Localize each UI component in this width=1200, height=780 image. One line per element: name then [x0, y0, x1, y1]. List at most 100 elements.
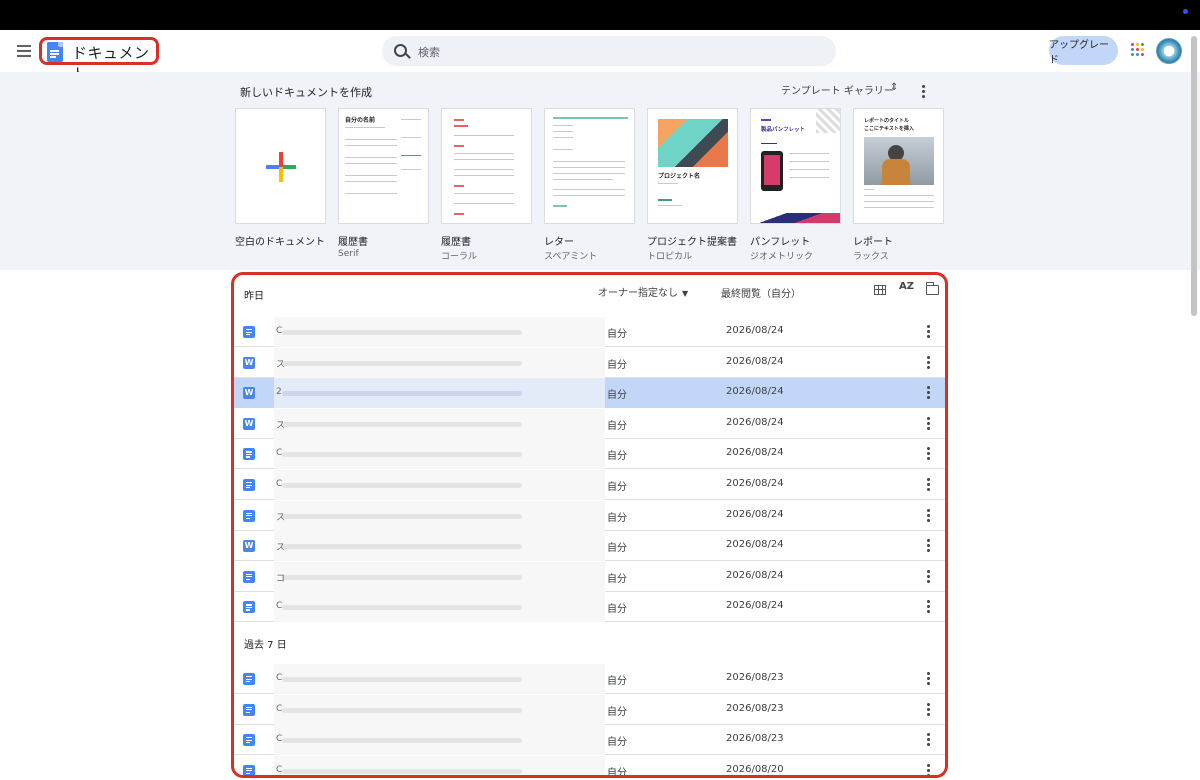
file-name-blurred[interactable] — [274, 664, 605, 694]
row-more-icon[interactable] — [927, 416, 931, 432]
template-thumbnail[interactable]: 自分の名前 — [338, 108, 429, 224]
grid-view-icon[interactable] — [874, 285, 886, 295]
file-name-initial: C — [276, 673, 283, 683]
page-scrollbar[interactable] — [1191, 36, 1197, 316]
row-more-icon[interactable] — [927, 355, 931, 371]
file-owner: 自分 — [607, 676, 627, 687]
search-icon[interactable] — [394, 44, 407, 57]
template-gallery-button[interactable]: テンプレート ギャラリー — [781, 82, 894, 97]
file-name-initial: ス — [276, 420, 286, 431]
template-name: 空白のドキュメント — [235, 237, 325, 248]
file-name-blurred[interactable] — [274, 500, 605, 531]
main-menu-button[interactable] — [14, 41, 34, 61]
table-row[interactable]: C 自分 2026/08/23 — [234, 664, 945, 694]
file-name-initial: ス — [276, 359, 286, 370]
file-name-blurred[interactable] — [274, 408, 605, 439]
table-row[interactable]: C 自分 2026/08/24 — [234, 317, 945, 347]
docs-file-icon — [243, 479, 255, 491]
row-more-icon[interactable] — [927, 325, 931, 340]
file-last-viewed-date: 2026/08/23 — [726, 733, 784, 745]
file-name-blurred[interactable] — [274, 592, 605, 623]
row-more-icon[interactable] — [927, 702, 931, 718]
file-owner: 自分 — [607, 329, 627, 340]
table-row[interactable]: C 自分 2026/08/24 — [234, 439, 945, 470]
row-more-icon[interactable] — [927, 733, 931, 748]
folder-icon[interactable] — [925, 282, 939, 295]
file-name-blurred[interactable] — [274, 378, 605, 409]
caret-down-icon: ▼ — [682, 289, 689, 298]
file-name-initial: C — [276, 703, 283, 714]
owner-filter-dropdown[interactable]: オーナー指定なし ▼ — [598, 284, 688, 299]
template-subname: スペアミント — [544, 252, 598, 262]
templates-more-icon[interactable] — [922, 85, 926, 100]
section-label-yesterday: 昨日 — [244, 291, 264, 302]
table-row[interactable]: C 自分 2026/08/20 — [234, 755, 945, 775]
file-last-viewed-date: 2026/08/23 — [726, 702, 784, 714]
row-more-icon[interactable] — [927, 569, 931, 585]
thumb-title: レポートのタイトル — [864, 118, 910, 124]
file-name-blurred[interactable] — [274, 531, 605, 562]
file-name-blurred[interactable] — [274, 347, 605, 378]
unfold-icon[interactable]: ⇕ — [890, 82, 898, 93]
file-name-blurred[interactable] — [274, 439, 605, 470]
row-more-icon[interactable] — [927, 763, 931, 775]
file-last-viewed-date: 2026/08/24 — [726, 478, 784, 489]
template-thumbnail[interactable]: プロジェクト名 — [647, 108, 738, 224]
word-file-icon: W — [243, 417, 255, 430]
account-avatar[interactable] — [1156, 38, 1182, 64]
table-row[interactable]: C 自分 2026/08/24 — [234, 470, 945, 500]
row-more-icon[interactable] — [927, 478, 931, 493]
template-resume-serif[interactable]: 自分の名前 履歴書 Serif — [338, 108, 430, 259]
sort-az-icon[interactable]: AZ — [899, 281, 914, 292]
section-label-past-7-days: 過去 7 日 — [244, 640, 287, 651]
file-name-blurred[interactable] — [274, 725, 605, 756]
apps-grid-icon[interactable] — [1131, 43, 1145, 57]
upgrade-button[interactable]: アップグレード — [1049, 36, 1118, 66]
row-more-icon[interactable] — [927, 600, 931, 615]
row-more-icon[interactable] — [927, 508, 931, 524]
search-input[interactable] — [416, 41, 820, 63]
docs-file-icon — [243, 764, 255, 775]
template-thumbnail[interactable]: 製品パンフレット — [750, 108, 841, 224]
file-last-viewed-date: 2026/08/24 — [726, 600, 784, 612]
app-brand[interactable]: ドキュメント — [39, 37, 159, 83]
template-thumbnail[interactable] — [441, 108, 532, 224]
template-proposal-tropical[interactable]: プロジェクト名 プロジェクト提案書 トロピカル — [647, 108, 739, 262]
row-more-icon[interactable] — [927, 672, 931, 687]
file-name-blurred[interactable] — [274, 694, 605, 725]
table-row[interactable]: W 2 自分 2026/08/24 — [234, 378, 945, 409]
template-name: パンフレット — [750, 237, 811, 248]
docs-file-icon — [243, 673, 255, 685]
file-name-blurred[interactable] — [274, 317, 605, 347]
template-blank[interactable]: 空白のドキュメント — [235, 108, 327, 248]
row-more-icon[interactable] — [927, 539, 931, 554]
template-name: プロジェクト提案書 — [647, 237, 737, 248]
table-row[interactable]: コ 自分 2026/08/24 — [234, 561, 945, 592]
template-resume-coral[interactable]: 履歴書 コーラル — [441, 108, 533, 262]
template-thumbnail[interactable] — [544, 108, 635, 224]
file-name-blurred[interactable] — [274, 755, 605, 775]
table-row[interactable]: W ス 自分 2026/08/24 — [234, 531, 945, 562]
row-more-icon[interactable] — [927, 447, 931, 462]
template-thumbnail[interactable]: レポートのタイトル ここにテキストを挿入 — [853, 108, 944, 224]
table-row[interactable]: W ス 自分 2026/08/24 — [234, 347, 945, 378]
table-row[interactable]: C 自分 2026/08/23 — [234, 694, 945, 725]
last-viewed-column-header[interactable]: 最終閲覧（自分） — [721, 285, 801, 300]
plus-icon-vertical — [279, 152, 283, 182]
template-subname: ラックス — [853, 252, 889, 262]
search-bar[interactable] — [382, 36, 836, 66]
file-name-blurred[interactable] — [274, 561, 605, 592]
template-letter-spearmint[interactable]: レター スペアミント — [544, 108, 636, 262]
table-row[interactable]: C 自分 2026/08/24 — [234, 592, 945, 623]
table-row[interactable]: ス 自分 2026/08/24 — [234, 500, 945, 531]
thumb-image — [658, 119, 728, 167]
template-report-luxe[interactable]: レポートのタイトル ここにテキストを挿入 レポート ラックス — [853, 108, 945, 262]
thumb-title: プロジェクト名 — [658, 173, 701, 180]
template-thumbnail[interactable] — [235, 108, 326, 224]
template-brochure-geometric[interactable]: 製品パンフレット パンフレット ジオメトリック — [750, 108, 842, 262]
template-name: 履歴書 — [441, 237, 471, 248]
row-more-icon[interactable] — [927, 386, 931, 401]
table-row[interactable]: C 自分 2026/08/23 — [234, 725, 945, 756]
file-name-blurred[interactable] — [274, 470, 605, 500]
table-row[interactable]: W ス 自分 2026/08/24 — [234, 408, 945, 439]
